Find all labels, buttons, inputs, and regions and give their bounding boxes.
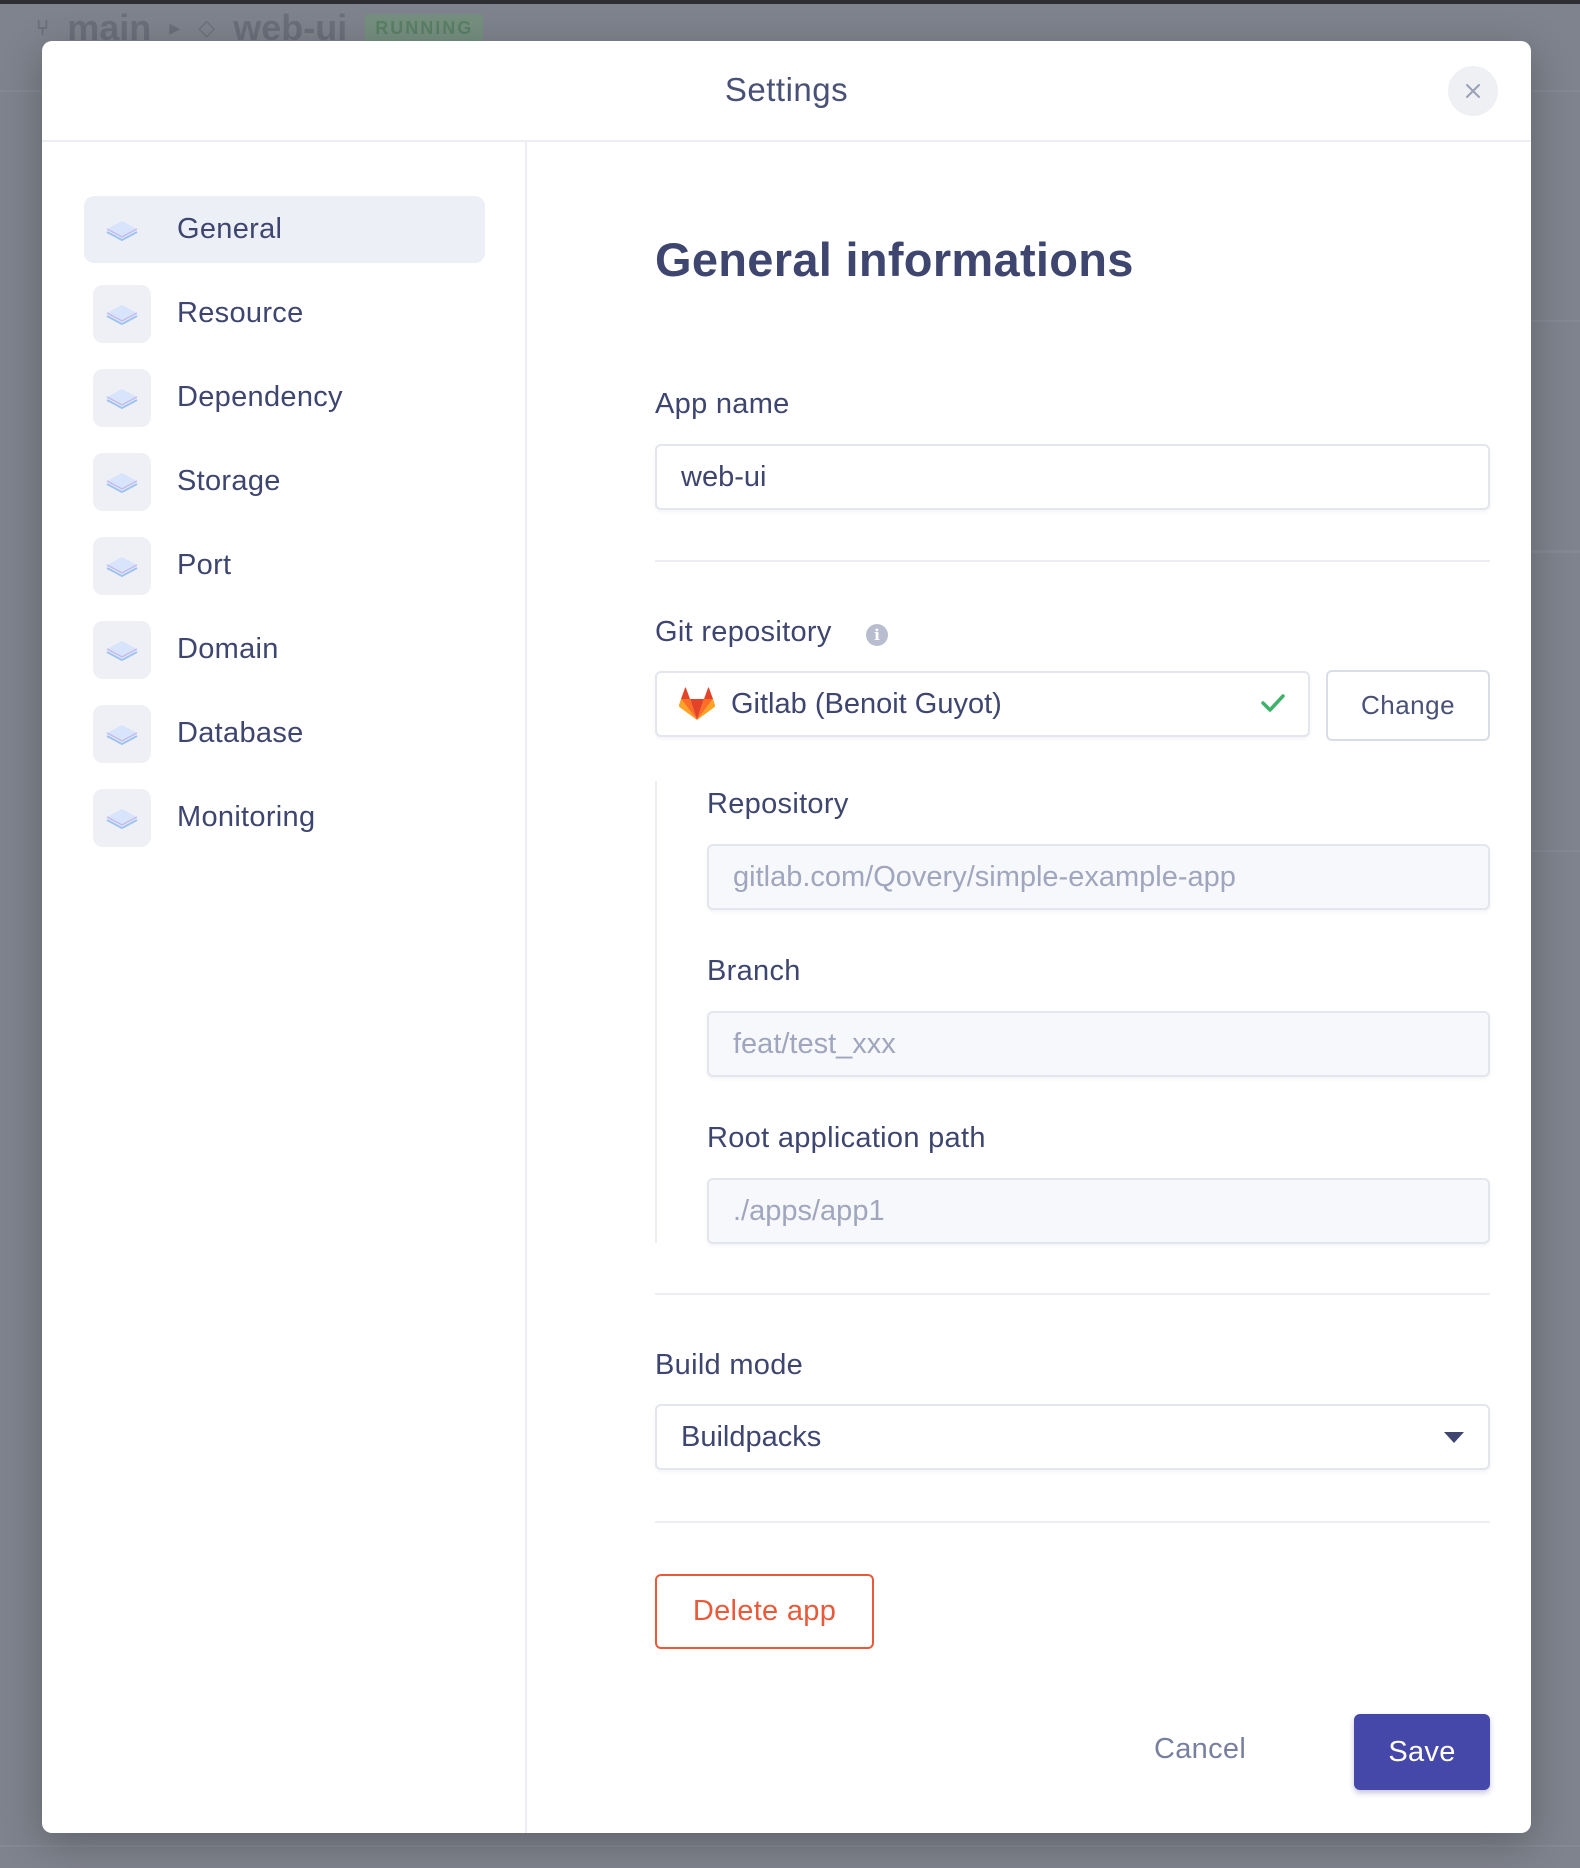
- sidebar-item-resource[interactable]: Resource: [84, 280, 485, 347]
- sidebar-item-port[interactable]: Port: [84, 532, 485, 599]
- layers-icon: [93, 620, 151, 679]
- layers-icon: [93, 704, 151, 763]
- git-provider-value: Gitlab (Benoit Guyot): [731, 687, 1002, 720]
- section-divider: [655, 560, 1490, 562]
- root-path-input[interactable]: ./apps/app1: [707, 1178, 1490, 1244]
- chevron-right-icon: ▸: [169, 15, 181, 40]
- layers-icon: [93, 788, 151, 847]
- background-divider: [1531, 320, 1580, 322]
- sidebar-item-label: Port: [177, 549, 232, 581]
- modal-title: Settings: [724, 71, 849, 108]
- app-icon: ◇: [198, 15, 216, 40]
- build-mode-label: Build mode: [655, 1349, 804, 1381]
- sidebar-item-storage[interactable]: Storage: [84, 448, 485, 515]
- settings-sidebar: General Resource Dependency Storage Port Doma…: [42, 142, 527, 1833]
- change-git-button[interactable]: Change: [1326, 670, 1490, 741]
- layers-icon: [93, 284, 151, 343]
- sidebar-item-domain[interactable]: Domain: [84, 616, 485, 683]
- window-top-strip: [0, 0, 1580, 4]
- sidebar-item-label: Resource: [177, 297, 304, 329]
- status-badge: RUNNING: [365, 13, 484, 43]
- section-divider: [655, 1293, 1490, 1295]
- section-title: General informations: [655, 233, 1134, 286]
- app-name-label: App name: [655, 388, 790, 420]
- check-icon: [1261, 694, 1285, 712]
- sidebar-item-label: General: [177, 213, 283, 245]
- repository-label: Repository: [707, 788, 849, 820]
- sidebar-item-database[interactable]: Database: [84, 700, 485, 767]
- settings-modal: Settings General Resource Dependency Storag…: [42, 41, 1531, 1833]
- section-divider: [655, 1521, 1490, 1523]
- git-subsection-rule: [655, 781, 657, 1243]
- build-mode-value: Buildpacks: [681, 1420, 822, 1453]
- background-divider: [1531, 850, 1580, 852]
- build-mode-select[interactable]: Buildpacks: [655, 1404, 1490, 1470]
- background-divider: [1531, 550, 1580, 553]
- gitlab-icon: [679, 687, 715, 721]
- root-path-label: Root application path: [707, 1122, 986, 1154]
- sidebar-item-general[interactable]: General: [84, 196, 485, 263]
- git-provider-field[interactable]: Gitlab (Benoit Guyot): [655, 671, 1310, 737]
- layers-icon: [93, 201, 151, 259]
- background-divider: [0, 1845, 1580, 1847]
- sidebar-item-dependency[interactable]: Dependency: [84, 364, 485, 431]
- sidebar-item-label: Monitoring: [177, 801, 316, 833]
- layers-icon: [93, 368, 151, 427]
- layers-icon: [93, 452, 151, 511]
- sidebar-item-label: Database: [177, 717, 304, 749]
- git-repository-label: Git repository: [655, 616, 832, 648]
- branch-label: Branch: [707, 955, 801, 987]
- sidebar-item-label: Storage: [177, 465, 281, 497]
- app-name-input[interactable]: web-ui: [655, 444, 1490, 510]
- modal-header: Settings: [42, 41, 1531, 142]
- delete-app-button[interactable]: Delete app: [655, 1574, 874, 1649]
- sidebar-item-monitoring[interactable]: Monitoring: [84, 784, 485, 851]
- settings-content: General informations App name web-ui Git…: [529, 142, 1531, 1833]
- layers-icon: [93, 536, 151, 595]
- sidebar-item-label: Domain: [177, 633, 279, 665]
- cancel-button[interactable]: Cancel: [1154, 1733, 1246, 1773]
- branch-icon: ⑂: [36, 15, 50, 40]
- info-icon[interactable]: i: [866, 624, 888, 646]
- repository-input[interactable]: gitlab.com/Qovery/simple-example-app: [707, 844, 1490, 910]
- close-icon: [1466, 84, 1480, 98]
- close-button[interactable]: [1448, 66, 1498, 116]
- save-button[interactable]: Save: [1354, 1714, 1490, 1790]
- sidebar-item-label: Dependency: [177, 381, 343, 413]
- branch-input[interactable]: feat/test_xxx: [707, 1011, 1490, 1077]
- chevron-down-icon: [1444, 1432, 1464, 1443]
